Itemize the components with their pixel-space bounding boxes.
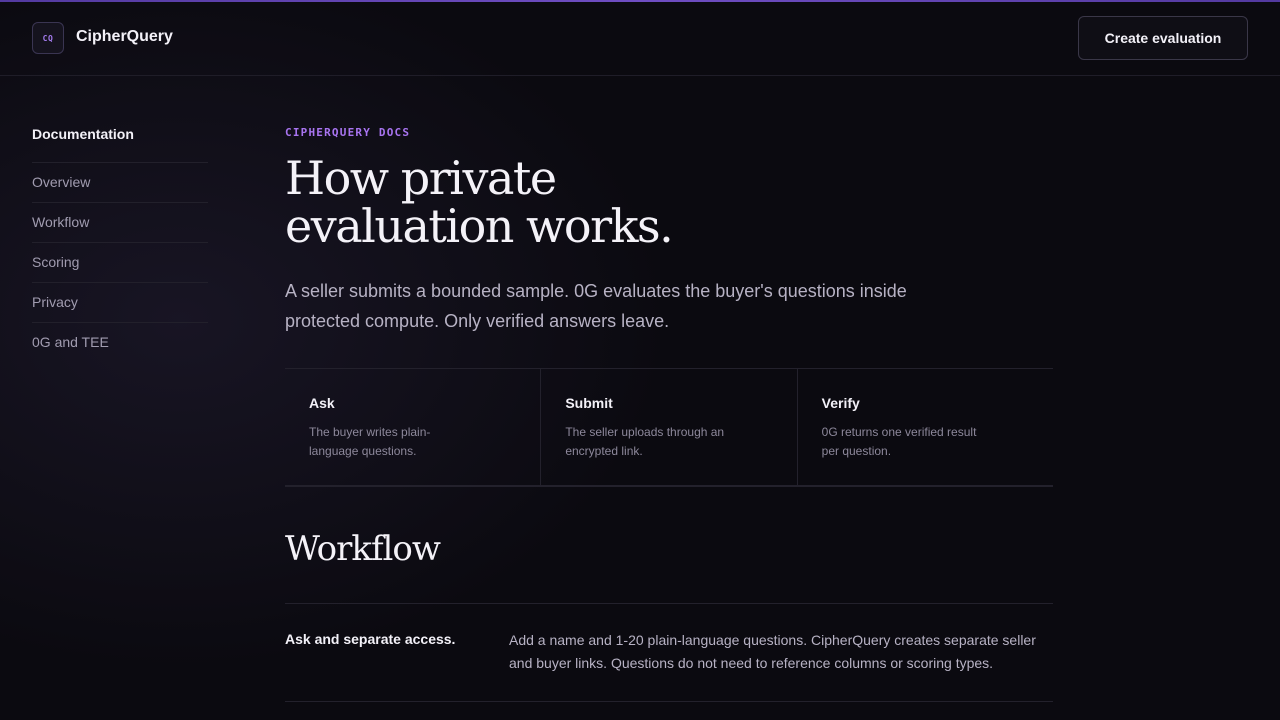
sidebar-item-0g-and-tee[interactable]: 0G and TEE [32, 322, 208, 362]
card-description: The seller uploads through an encrypted … [565, 425, 725, 458]
lead-paragraph: A seller submits a bounded sample. 0G ev… [285, 281, 907, 331]
top-header: CQ CipherQuery Create evaluation [0, 2, 1280, 76]
workflow-step: Ask and separate access. Add a name and … [285, 603, 1053, 702]
card-title: Submit [565, 395, 613, 411]
step-description: Add a name and 1-20 plain-language quest… [509, 632, 1036, 671]
sidebar-title: Documentation [32, 126, 134, 142]
sidebar-item-overview[interactable]: Overview [32, 162, 208, 202]
brand-name[interactable]: CipherQuery [76, 28, 173, 46]
create-evaluation-button[interactable]: Create evaluation [1078, 16, 1248, 60]
overview-cards: Ask The buyer writes plain-language ques… [285, 368, 1053, 487]
sidebar-item-scoring[interactable]: Scoring [32, 242, 208, 282]
docs-content: CIPHERQUERY DOCS How private evaluation … [285, 126, 1053, 702]
card-ask: Ask The buyer writes plain-language ques… [285, 369, 540, 485]
card-description: The buyer writes plain-language question… [309, 425, 431, 458]
page-title: How private evaluation works. [285, 151, 674, 253]
card-description: 0G returns one verified result per quest… [821, 425, 977, 458]
eyebrow-label: CIPHERQUERY DOCS [285, 126, 411, 139]
step-title: Ask and separate access. [285, 631, 456, 647]
section-title-workflow: Workflow [285, 529, 441, 569]
sidebar-item-privacy[interactable]: Privacy [32, 282, 208, 322]
card-submit: Submit The seller uploads through an enc… [540, 369, 796, 485]
sidebar-item-workflow[interactable]: Workflow [32, 202, 208, 242]
card-title: Ask [309, 395, 335, 411]
docs-sidebar: Documentation Overview Workflow Scoring … [32, 126, 208, 362]
logo-icon[interactable]: CQ [32, 22, 64, 54]
card-verify: Verify 0G returns one verified result pe… [796, 369, 1053, 485]
card-title: Verify [821, 395, 860, 411]
